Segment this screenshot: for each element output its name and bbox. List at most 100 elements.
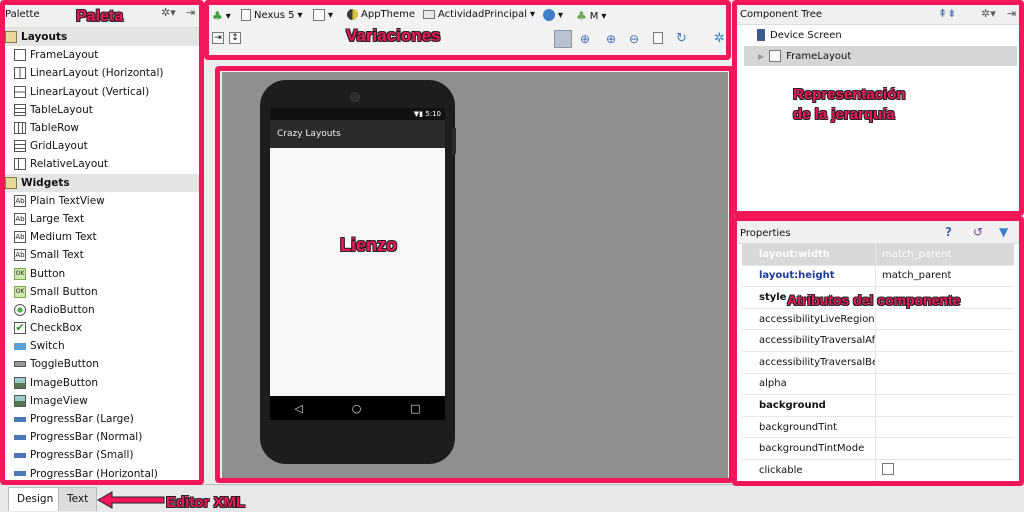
palette-item[interactable]: RelativeLayout bbox=[0, 155, 202, 173]
palette-item[interactable]: Ab Plain TextView bbox=[0, 192, 202, 210]
palette-item[interactable]: ImageView bbox=[0, 392, 202, 410]
property-row[interactable]: accessibilityTraversalBefo bbox=[742, 351, 1014, 374]
tree-item-frame-layout[interactable]: ▶ FrameLayout bbox=[758, 50, 851, 62]
expand-all-icon[interactable]: ⇞⇟ bbox=[938, 7, 956, 20]
progress-bar-icon bbox=[14, 471, 26, 477]
tree-item-device-screen[interactable]: Device Screen bbox=[757, 29, 842, 41]
activity-icon bbox=[423, 10, 435, 19]
theme-selector[interactable]: AppTheme bbox=[347, 9, 415, 20]
chevron-down-icon: ▾ bbox=[225, 10, 231, 22]
clickable-checkbox[interactable] bbox=[882, 462, 894, 475]
palette-item[interactable]: GridLayout bbox=[0, 137, 202, 155]
palette-item[interactable]: Ab Medium Text bbox=[0, 228, 202, 246]
undo-icon[interactable]: ↺ bbox=[973, 225, 983, 239]
palette-item[interactable]: OK Small Button bbox=[0, 283, 202, 301]
collapse-icon[interactable]: ⇥ bbox=[186, 6, 195, 19]
orientation-selector[interactable]: ▾ bbox=[313, 9, 333, 21]
device-icon bbox=[757, 29, 765, 41]
property-row[interactable]: alpha bbox=[742, 373, 1014, 396]
palette-item[interactable]: ProgressBar (Small) bbox=[0, 446, 202, 464]
palette-item[interactable]: RadioButton bbox=[0, 301, 202, 319]
component-tree-title: Component Tree bbox=[740, 9, 823, 20]
palette-item[interactable]: TableLayout bbox=[0, 101, 202, 119]
property-row[interactable]: backgroundTint bbox=[742, 416, 1014, 439]
jump-to-source-button[interactable] bbox=[653, 32, 663, 44]
zoom-fit-icon bbox=[554, 30, 572, 48]
palette-item-label: Medium Text bbox=[30, 231, 97, 244]
property-row[interactable]: layout:width match_parent bbox=[742, 244, 1014, 266]
palette-item[interactable]: LinearLayout (Vertical) bbox=[0, 83, 202, 101]
palette-item[interactable]: OK Button bbox=[0, 264, 202, 282]
zoom-in-button[interactable]: ⊕ bbox=[606, 32, 616, 46]
zoom-in-icon: ⊕ bbox=[606, 32, 617, 46]
settings-button[interactable]: ✲ bbox=[714, 31, 725, 46]
palette-item[interactable]: FrameLayout bbox=[0, 46, 202, 64]
property-row[interactable]: background bbox=[742, 395, 1014, 417]
render-mode-button[interactable]: ♣ ▾ bbox=[212, 9, 231, 23]
properties-header: Properties ? ↺ ▼ bbox=[735, 222, 1024, 244]
palette-item-label: ImageButton bbox=[30, 376, 99, 389]
textview-icon: Ab bbox=[14, 194, 26, 207]
gear-icon[interactable]: ✲▾ bbox=[161, 6, 176, 19]
zoom-out-button[interactable]: ⊖ bbox=[629, 32, 639, 46]
property-row[interactable]: layout:height match_parent bbox=[742, 265, 1014, 288]
palette-item[interactable]: Ab Small Text bbox=[0, 246, 202, 264]
frame-layout-preview[interactable] bbox=[270, 148, 445, 396]
help-icon[interactable]: ? bbox=[945, 225, 952, 239]
palette-item-label: Switch bbox=[30, 340, 65, 353]
expand-vertical-button[interactable]: ↕ bbox=[229, 32, 241, 44]
palette-item[interactable]: Ab Large Text bbox=[0, 210, 202, 228]
activity-selector[interactable]: ActividadPrincipal ▾ bbox=[423, 9, 535, 20]
chevron-down-icon: ▾ bbox=[558, 9, 564, 21]
side-button bbox=[452, 128, 456, 154]
frame-layout-icon bbox=[14, 49, 26, 62]
property-row[interactable]: accessibilityLiveRegion bbox=[742, 308, 1014, 331]
property-name: clickable bbox=[742, 459, 876, 481]
palette-item-label: LinearLayout (Horizontal) bbox=[30, 67, 164, 80]
property-value[interactable]: match_parent bbox=[876, 270, 951, 281]
palette-group-layouts[interactable]: Layouts bbox=[0, 28, 202, 47]
progress-bar-icon bbox=[14, 416, 26, 422]
expand-horizontal-button[interactable]: ⇥ bbox=[212, 32, 224, 44]
palette-item[interactable]: ImageButton bbox=[0, 374, 202, 392]
zoom-to-fit-button[interactable] bbox=[554, 30, 572, 48]
folder-icon bbox=[5, 176, 17, 189]
palette-item-label: ProgressBar (Large) bbox=[30, 413, 134, 426]
palette-item-label: Large Text bbox=[30, 212, 85, 225]
navigation-bar: ◁ ○ □ bbox=[270, 396, 445, 420]
property-row[interactable]: accessibilityTraversalAfte bbox=[742, 330, 1014, 352]
tab-design[interactable]: Design bbox=[8, 487, 63, 511]
locale-selector[interactable]: ▾ bbox=[543, 9, 563, 21]
expand-arrow-icon[interactable]: ▶ bbox=[758, 52, 764, 61]
orientation-icon bbox=[313, 9, 325, 21]
palette-item-label: ToggleButton bbox=[30, 358, 99, 371]
collapse-icon[interactable]: ⇥ bbox=[1007, 7, 1016, 20]
palette-item[interactable]: ✔ CheckBox bbox=[0, 319, 202, 337]
properties-title: Properties bbox=[740, 228, 791, 239]
palette-item[interactable]: ProgressBar (Horizontal) bbox=[0, 465, 202, 483]
palette-item[interactable]: LinearLayout (Horizontal) bbox=[0, 64, 202, 82]
palette-item[interactable]: TableRow bbox=[0, 119, 202, 137]
palette-group-widgets[interactable]: Widgets bbox=[0, 173, 202, 192]
property-row[interactable]: backgroundTintMode bbox=[742, 438, 1014, 460]
gear-icon[interactable]: ✲▾ bbox=[981, 7, 996, 20]
frame-layout-icon bbox=[769, 50, 782, 62]
palette-item-label: ProgressBar (Horizontal) bbox=[30, 467, 158, 480]
palette-item[interactable]: ProgressBar (Normal) bbox=[0, 428, 202, 446]
palette-item-label: RadioButton bbox=[30, 303, 95, 316]
back-icon: ◁ bbox=[294, 401, 303, 415]
device-selector[interactable]: Nexus 5 ▾ bbox=[241, 9, 303, 21]
filter-icon[interactable]: ▼ bbox=[999, 225, 1008, 239]
palette-item[interactable]: ToggleButton bbox=[0, 355, 202, 373]
palette-item[interactable]: ProgressBar (Large) bbox=[0, 410, 202, 428]
palette-item-label: LinearLayout (Vertical) bbox=[30, 85, 150, 98]
zoom-actual-button[interactable]: ⊕ bbox=[580, 32, 590, 46]
property-value[interactable]: match_parent bbox=[876, 249, 951, 260]
api-level-selector[interactable]: ♣ M ▾ bbox=[576, 9, 606, 23]
palette-item[interactable]: Switch bbox=[0, 337, 202, 355]
property-value[interactable] bbox=[876, 462, 894, 478]
property-row[interactable]: clickable bbox=[742, 459, 1014, 482]
refresh-button[interactable]: ↻ bbox=[676, 31, 687, 46]
tab-text[interactable]: Text bbox=[58, 487, 98, 511]
expand-vertical-icon: ↕ bbox=[229, 32, 241, 44]
